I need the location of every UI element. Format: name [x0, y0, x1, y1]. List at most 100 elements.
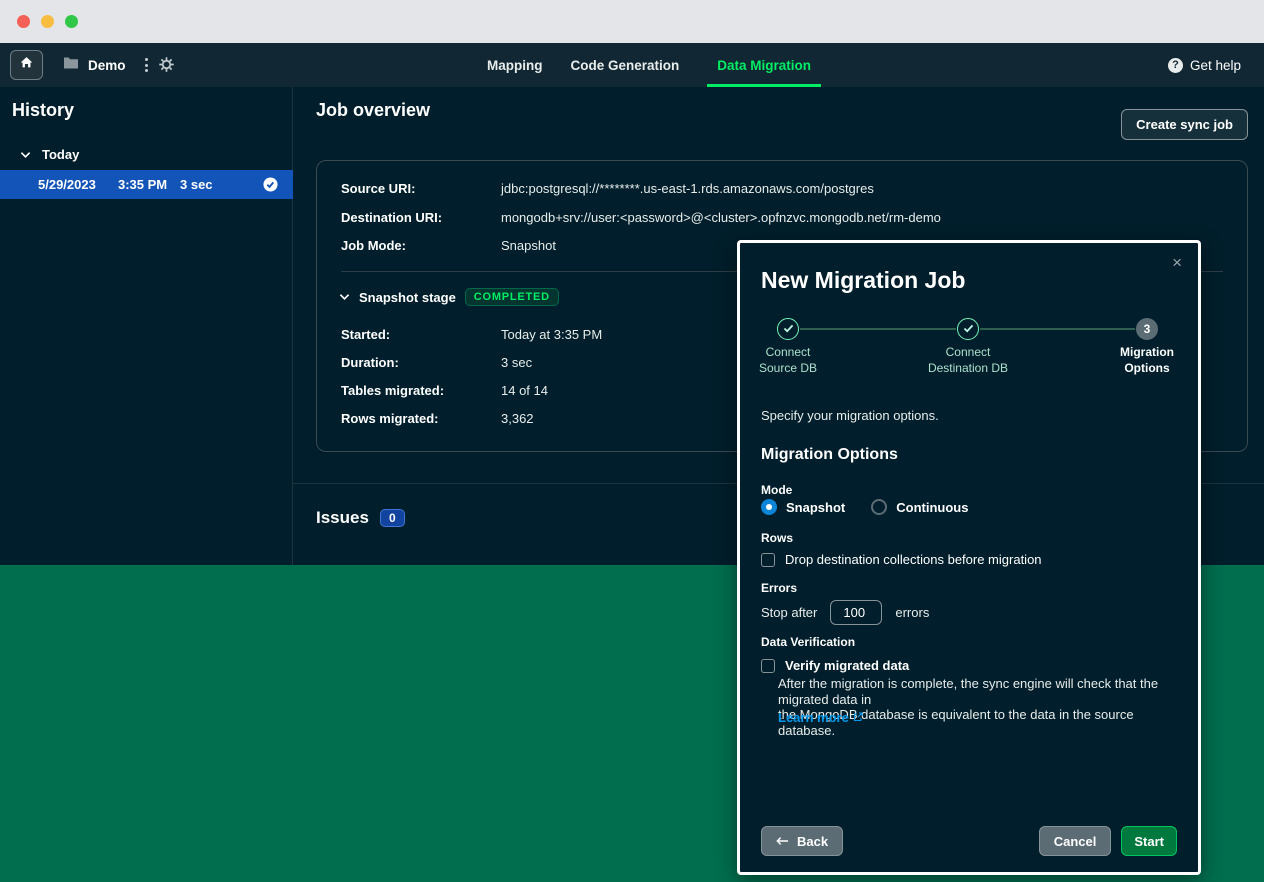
step-connector	[800, 328, 956, 330]
step-3-circle: 3	[1136, 318, 1158, 340]
radio-snapshot[interactable]: Snapshot	[761, 499, 845, 515]
external-link-icon	[853, 710, 863, 725]
run-date: 5/29/2023	[38, 177, 96, 192]
checkbox-unchecked-icon[interactable]	[761, 553, 775, 567]
modal-subtitle: Specify your migration options.	[761, 408, 939, 423]
history-group-today[interactable]: Today	[20, 147, 79, 162]
radio-unselected-icon	[871, 499, 887, 515]
checkbox-unchecked-icon[interactable]	[761, 659, 775, 673]
started-value: Today at 3:35 PM	[501, 327, 602, 342]
job-mode-row: Job Mode: Snapshot	[341, 238, 556, 253]
errors-suffix-label: errors	[895, 605, 929, 620]
source-uri-value: jdbc:postgresql://********.us-east-1.rds…	[501, 181, 874, 196]
rows-migrated-row: Rows migrated: 3,362	[341, 411, 534, 426]
tab-data-migration[interactable]: Data Migration	[707, 43, 821, 87]
arrow-left-icon	[776, 834, 789, 849]
app-navbar: Demo Mapping Code Generation Data Migrat…	[0, 43, 1264, 87]
home-icon	[19, 55, 34, 75]
rows-migrated-value: 3,362	[501, 411, 534, 426]
stop-after-row: Stop after errors	[761, 600, 929, 625]
drop-collections-checkbox-row[interactable]: Drop destination collections before migr…	[761, 552, 1042, 567]
history-title: History	[12, 100, 74, 121]
gear-icon	[158, 60, 175, 77]
question-icon: ?	[1168, 58, 1183, 73]
history-run-row[interactable]: 5/29/2023 3:35 PM 3 sec	[0, 170, 293, 199]
settings-button[interactable]	[158, 56, 175, 78]
project-menu-button[interactable]	[137, 54, 155, 76]
get-help-button[interactable]: ? Get help	[1168, 43, 1241, 87]
folder-icon	[63, 56, 79, 75]
page-title: Job overview	[316, 100, 430, 121]
cancel-button[interactable]: Cancel	[1039, 826, 1112, 856]
step-1-circle	[777, 318, 799, 340]
window-titlebar	[0, 0, 1264, 43]
issues-label: Issues	[316, 508, 369, 528]
verify-data-label: Verify migrated data	[785, 658, 909, 673]
source-uri-label: Source URI:	[341, 181, 501, 196]
back-button[interactable]: Back	[761, 826, 843, 856]
duration-label: Duration:	[341, 355, 501, 370]
destination-uri-label: Destination URI:	[341, 210, 501, 225]
chevron-down-icon	[339, 288, 350, 306]
tab-mapping[interactable]: Mapping	[487, 43, 543, 87]
window-close-button[interactable]	[17, 15, 30, 28]
chevron-down-icon	[20, 147, 31, 162]
migration-options-title: Migration Options	[761, 446, 898, 464]
home-button[interactable]	[10, 50, 43, 80]
modal-title: New Migration Job	[761, 267, 965, 294]
start-button[interactable]: Start	[1121, 826, 1177, 856]
step-3-label: Migration Options	[1099, 345, 1195, 376]
duration-row: Duration: 3 sec	[341, 355, 532, 370]
window-zoom-button[interactable]	[65, 15, 78, 28]
job-mode-label: Job Mode:	[341, 238, 501, 253]
step-2-circle	[957, 318, 979, 340]
mode-label: Mode	[761, 483, 792, 497]
issues-section-header: Issues 0	[316, 508, 405, 528]
errors-label: Errors	[761, 581, 797, 595]
source-uri-row: Source URI: jdbc:postgresql://********.u…	[341, 181, 874, 196]
window-minimize-button[interactable]	[41, 15, 54, 28]
tables-migrated-label: Tables migrated:	[341, 383, 501, 398]
create-sync-job-button[interactable]: Create sync job	[1121, 109, 1248, 140]
step-1-label: Connect Source DB	[740, 345, 836, 376]
get-help-label: Get help	[1190, 58, 1241, 73]
stop-after-label: Stop after	[761, 605, 817, 620]
check-icon	[783, 320, 794, 338]
step-connector	[980, 328, 1135, 330]
run-duration: 3 sec	[180, 177, 213, 192]
check-icon	[963, 320, 974, 338]
status-badge: COMPLETED	[465, 288, 559, 306]
project-name: Demo	[88, 58, 126, 73]
started-row: Started: Today at 3:35 PM	[341, 327, 602, 342]
run-completed-check-icon	[263, 177, 278, 195]
destination-uri-value: mongodb+srv://user:<password>@<cluster>.…	[501, 210, 941, 225]
drop-collections-label: Drop destination collections before migr…	[785, 552, 1042, 567]
project-selector[interactable]: Demo	[63, 43, 126, 87]
step-2-label: Connect Destination DB	[920, 345, 1016, 376]
app-window: Demo Mapping Code Generation Data Migrat…	[0, 0, 1264, 882]
data-verification-label: Data Verification	[761, 635, 855, 649]
snapshot-stage-header[interactable]: Snapshot stage COMPLETED	[339, 288, 559, 306]
issues-count-badge: 0	[380, 509, 405, 527]
main-tabs: Mapping Code Generation Data Migration	[487, 43, 821, 87]
tables-migrated-value: 14 of 14	[501, 383, 548, 398]
duration-value: 3 sec	[501, 355, 532, 370]
learn-more-link[interactable]: Learn more	[778, 710, 863, 725]
mode-radio-group: Snapshot Continuous	[761, 499, 968, 515]
radio-continuous[interactable]: Continuous	[871, 499, 968, 515]
destination-uri-row: Destination URI: mongodb+srv://user:<pas…	[341, 210, 941, 225]
job-mode-value: Snapshot	[501, 238, 556, 253]
rows-migrated-label: Rows migrated:	[341, 411, 501, 426]
rows-label: Rows	[761, 531, 793, 545]
verify-data-checkbox-row[interactable]: Verify migrated data	[761, 658, 909, 673]
snapshot-stage-label: Snapshot stage	[359, 290, 456, 305]
started-label: Started:	[341, 327, 501, 342]
history-sidebar: History Today 5/29/2023 3:35 PM 3 sec	[0, 87, 293, 565]
tab-code-generation[interactable]: Code Generation	[571, 43, 680, 87]
verify-data-description: After the migration is complete, the syn…	[778, 676, 1184, 738]
stop-after-input[interactable]	[830, 600, 882, 625]
new-migration-job-modal: × New Migration Job 3 Connect Source DB …	[737, 240, 1201, 875]
close-icon[interactable]: ×	[1172, 253, 1182, 273]
radio-selected-icon	[761, 499, 777, 515]
tables-migrated-row: Tables migrated: 14 of 14	[341, 383, 548, 398]
